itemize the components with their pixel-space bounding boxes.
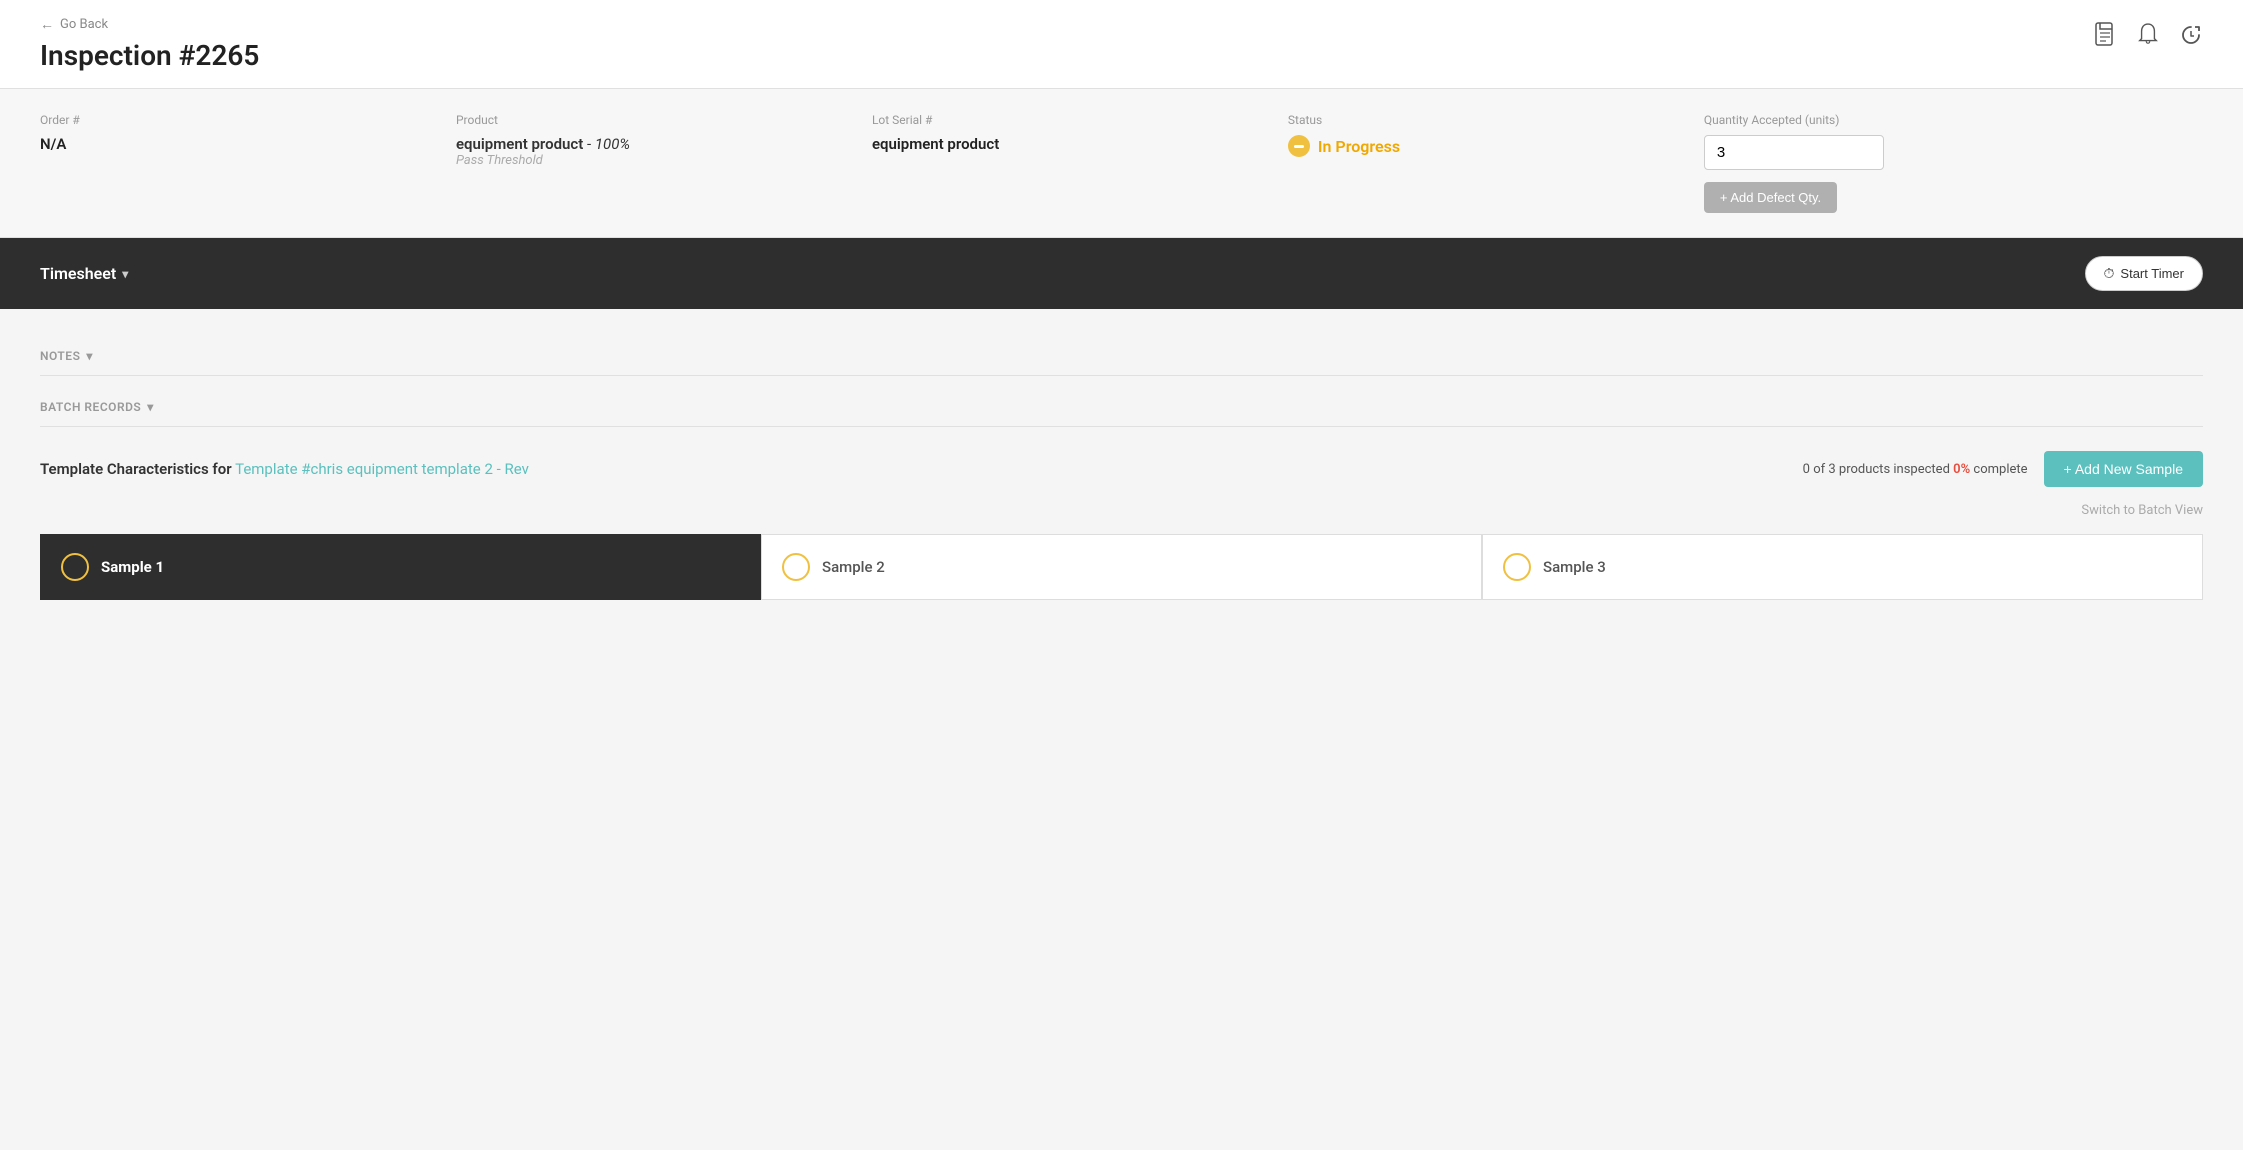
- order-value: N/A: [40, 135, 456, 153]
- status-value: In Progress: [1318, 137, 1400, 156]
- batch-records-chevron-icon: ▾: [147, 400, 154, 414]
- sample-1-circle-icon: [61, 553, 89, 581]
- quantity-field: Quantity Accepted (units) + Add Defect Q…: [1704, 113, 2203, 213]
- start-timer-button[interactable]: ⏱ Start Timer: [2085, 256, 2204, 291]
- sample-3-label: Sample 3: [1543, 558, 1606, 576]
- switch-batch-view[interactable]: Switch to Batch View: [40, 503, 2203, 518]
- sample-1-label: Sample 1: [101, 558, 164, 576]
- history-icon[interactable]: [2179, 23, 2203, 53]
- sample-2-label: Sample 2: [822, 558, 885, 576]
- sample-tabs: Sample 1 Sample 2 Sample 3: [40, 534, 2203, 600]
- sample-2-circle-icon: [782, 553, 810, 581]
- in-progress-icon: [1288, 135, 1310, 157]
- template-link[interactable]: Template #chris equipment template 2 - R…: [235, 460, 529, 478]
- sample-3-circle-icon: [1503, 553, 1531, 581]
- progress-text: 0 of 3 products inspected: [1803, 462, 1950, 477]
- product-name: equipment product: [456, 135, 583, 153]
- lot-serial-field: Lot Serial # equipment product: [872, 113, 1288, 153]
- timesheet-toggle[interactable]: Timesheet ▾: [40, 264, 128, 283]
- lot-serial-value: equipment product: [872, 135, 1288, 153]
- quantity-label: Quantity Accepted (units): [1704, 113, 2203, 127]
- add-new-sample-button[interactable]: + Add New Sample: [2044, 451, 2203, 487]
- batch-records-section-header[interactable]: BATCH RECORDS ▾: [40, 384, 2203, 427]
- pass-threshold-label: Pass Threshold: [456, 153, 872, 168]
- product-value: equipment product - 100%: [456, 135, 872, 153]
- timer-icon: ⏱: [2104, 265, 2115, 282]
- status-field: Status In Progress: [1288, 113, 1704, 157]
- page-title: Inspection #2265: [40, 39, 259, 72]
- template-actions: 0 of 3 products inspected 0% complete + …: [1803, 451, 2203, 487]
- add-defect-button[interactable]: + Add Defect Qty.: [1704, 182, 1837, 213]
- main-content: NOTES ▾ BATCH RECORDS ▾ Template Charact…: [0, 309, 2243, 624]
- progress-suffix-text: complete: [1973, 462, 2027, 477]
- go-back-button[interactable]: ← Go Back: [40, 16, 259, 33]
- sample-tab-1[interactable]: Sample 1: [40, 534, 761, 600]
- timesheet-chevron-icon: ▾: [122, 267, 128, 281]
- notes-label: NOTES: [40, 349, 80, 363]
- quantity-input[interactable]: [1704, 135, 1884, 170]
- sample-tab-2[interactable]: Sample 2: [761, 534, 1482, 600]
- header-left: ← Go Back Inspection #2265: [40, 16, 259, 72]
- template-title: Template Characteristics for Template #c…: [40, 460, 529, 478]
- template-title-prefix: Template Characteristics for: [40, 460, 232, 478]
- batch-records-label: BATCH RECORDS: [40, 400, 141, 414]
- pdf-icon[interactable]: [2095, 22, 2117, 54]
- timesheet-label-text: Timesheet: [40, 264, 116, 283]
- lot-serial-label: Lot Serial #: [872, 113, 1288, 127]
- product-field: Product equipment product - 100% Pass Th…: [456, 113, 872, 168]
- order-field: Order # N/A: [40, 113, 456, 153]
- timesheet-bar: Timesheet ▾ ⏱ Start Timer: [0, 238, 2243, 309]
- product-label: Product: [456, 113, 872, 127]
- go-back-label: Go Back: [60, 17, 108, 32]
- info-bar: Order # N/A Product equipment product - …: [0, 89, 2243, 238]
- status-label: Status: [1288, 113, 1704, 127]
- sample-tab-3[interactable]: Sample 3: [1482, 534, 2203, 600]
- header-icons: [2095, 16, 2203, 54]
- arrow-left-icon: ←: [40, 16, 54, 33]
- inspection-progress: 0 of 3 products inspected 0% complete: [1803, 462, 2028, 477]
- order-label: Order #: [40, 113, 456, 127]
- template-header: Template Characteristics for Template #c…: [40, 451, 2203, 487]
- notes-section-header[interactable]: NOTES ▾: [40, 333, 2203, 376]
- progress-pct: 0%: [1953, 462, 1970, 477]
- template-section: Template Characteristics for Template #c…: [40, 451, 2203, 600]
- bell-icon[interactable]: [2137, 22, 2159, 54]
- notes-chevron-icon: ▾: [86, 349, 93, 363]
- start-timer-label: Start Timer: [2120, 266, 2184, 281]
- product-threshold-pct: - 100%: [587, 135, 630, 153]
- page-header: ← Go Back Inspection #2265: [0, 0, 2243, 89]
- status-badge: In Progress: [1288, 135, 1704, 157]
